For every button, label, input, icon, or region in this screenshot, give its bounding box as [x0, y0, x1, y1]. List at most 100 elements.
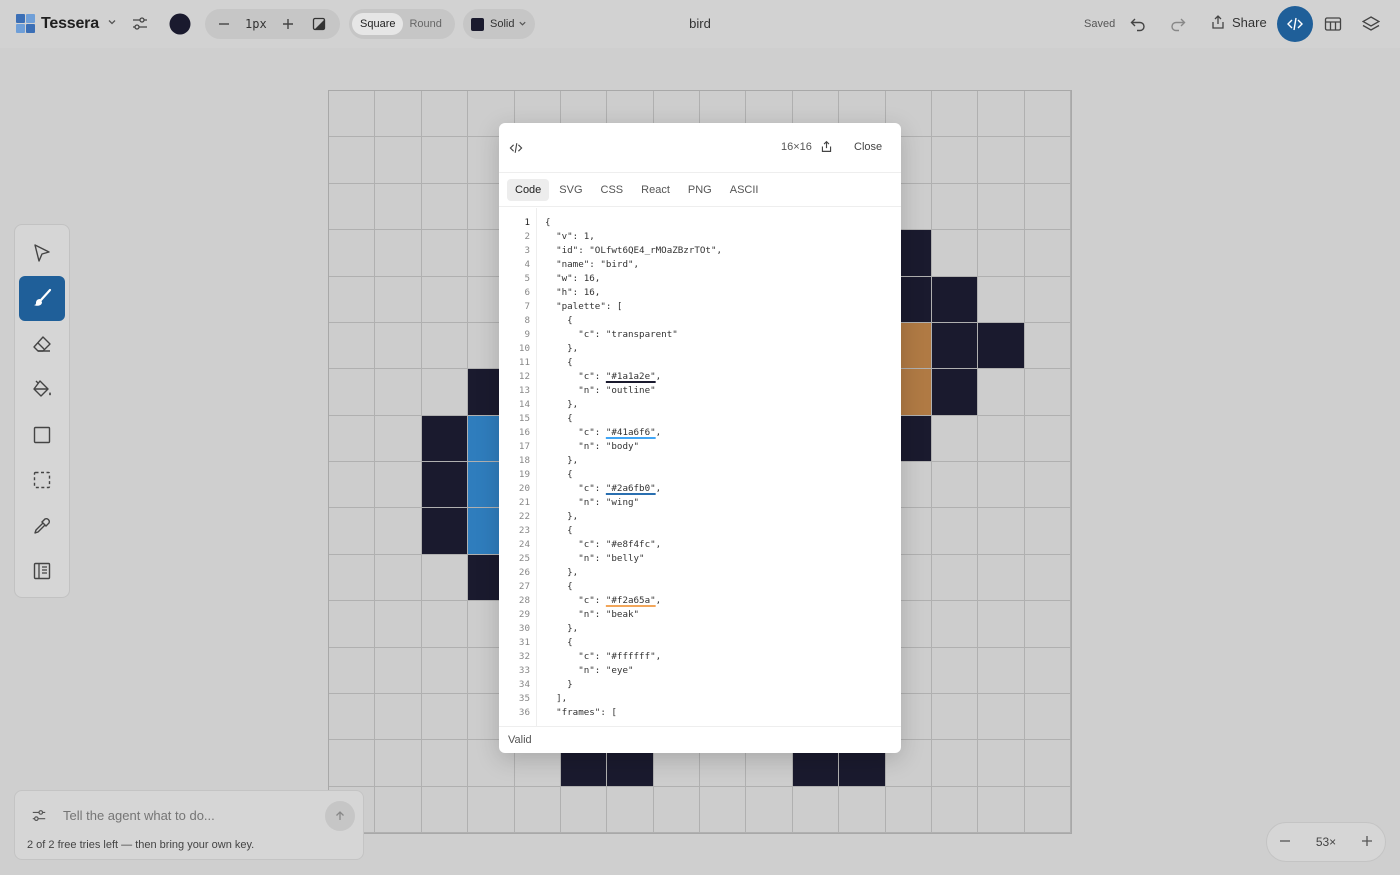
pixel-cell[interactable] — [329, 322, 376, 370]
color-value[interactable]: "#2a6fb0" — [606, 483, 656, 494]
pixel-cell[interactable] — [375, 740, 422, 787]
pixel-cell[interactable] — [421, 91, 469, 138]
pixel-cell[interactable] — [375, 415, 422, 462]
agent-input[interactable] — [63, 808, 313, 823]
agent-settings-icon[interactable] — [31, 808, 47, 829]
close-button[interactable]: Close — [854, 141, 882, 153]
color-value[interactable]: "#41a6f6" — [606, 427, 656, 438]
pixel-cell[interactable] — [1024, 91, 1071, 138]
layers-icon[interactable] — [1362, 15, 1380, 33]
pixel-cell[interactable] — [329, 276, 376, 323]
pixel-cell[interactable] — [329, 415, 376, 462]
pixel-cell[interactable] — [1024, 322, 1071, 370]
tab-css[interactable]: CSS — [593, 179, 632, 201]
pixel-cell[interactable] — [978, 554, 1025, 602]
pixel-cell[interactable] — [978, 91, 1025, 138]
pixel-cell[interactable] — [421, 462, 469, 509]
cap-round-button[interactable]: Round — [409, 18, 441, 30]
pixel-cell[interactable] — [1024, 508, 1071, 555]
pixel-cell[interactable] — [375, 183, 422, 231]
pixel-cell[interactable] — [421, 230, 469, 277]
pixel-cell[interactable] — [421, 137, 469, 184]
pixel-cell[interactable] — [1024, 230, 1071, 277]
pixel-cell[interactable] — [375, 322, 422, 370]
app-menu[interactable]: Tessera — [16, 14, 117, 33]
pixel-cell[interactable] — [1024, 183, 1071, 231]
pixel-cell[interactable] — [931, 693, 979, 741]
pixel-cell[interactable] — [375, 230, 422, 277]
pixel-cell[interactable] — [978, 230, 1025, 277]
pixel-cell[interactable] — [978, 415, 1025, 462]
pixel-cell[interactable] — [375, 369, 422, 416]
zoom-out-icon[interactable] — [1279, 835, 1291, 850]
pixel-cell[interactable] — [978, 786, 1025, 833]
pixel-cell[interactable] — [329, 554, 376, 602]
pixel-cell[interactable] — [1024, 369, 1071, 416]
share-button[interactable]: Share — [1210, 14, 1267, 30]
pixel-cell[interactable] — [978, 369, 1025, 416]
adjustments-icon[interactable] — [131, 15, 149, 33]
pixel-cell[interactable] — [329, 693, 376, 741]
select-tool[interactable] — [19, 230, 65, 276]
pixel-cell[interactable] — [375, 693, 422, 741]
pixel-cell[interactable] — [746, 786, 793, 833]
fill-tool[interactable] — [19, 367, 65, 413]
pixel-perfect-icon[interactable] — [312, 17, 326, 31]
pixel-cell[interactable] — [700, 786, 747, 833]
code-editor[interactable]: 1 2 3 4 5 6 7 8 9 10 11 12 13 14 15 16 17 18 19 20 21 22 23 24 2… — [499, 208, 901, 726]
pixel-cell[interactable] — [1024, 554, 1071, 602]
pixel-cell[interactable] — [1024, 647, 1071, 694]
pixel-cell[interactable] — [931, 91, 979, 138]
pixel-cell[interactable] — [375, 276, 422, 323]
pixel-cell[interactable] — [931, 230, 979, 277]
pixel-cell[interactable] — [931, 601, 979, 648]
pixel-cell[interactable] — [329, 137, 376, 184]
pixel-cell[interactable] — [421, 415, 469, 462]
pixel-cell[interactable] — [931, 369, 979, 416]
pixel-cell[interactable] — [978, 276, 1025, 323]
export-icon[interactable] — [820, 140, 833, 158]
color-swatch-button[interactable] — [169, 13, 191, 35]
pixel-cell[interactable] — [978, 601, 1025, 648]
pixel-cell[interactable] — [421, 786, 469, 833]
pixel-cell[interactable] — [329, 230, 376, 277]
pixel-cell[interactable] — [421, 740, 469, 787]
pixel-cell[interactable] — [375, 601, 422, 648]
pixel-cell[interactable] — [329, 369, 376, 416]
pixel-cell[interactable] — [931, 508, 979, 555]
color-value[interactable]: "#f2a65a" — [606, 595, 656, 606]
pixel-cell[interactable] — [421, 183, 469, 231]
undo-icon[interactable] — [1129, 15, 1147, 33]
pixel-cell[interactable] — [329, 508, 376, 555]
redo-icon[interactable] — [1169, 15, 1187, 33]
pixel-cell[interactable] — [375, 554, 422, 602]
pixel-cell[interactable] — [421, 322, 469, 370]
pixel-cell[interactable] — [1024, 601, 1071, 648]
pixel-cell[interactable] — [1024, 786, 1071, 833]
pixel-cell[interactable] — [421, 693, 469, 741]
pixel-cell[interactable] — [421, 647, 469, 694]
pixel-cell[interactable] — [978, 322, 1025, 370]
pixel-cell[interactable] — [329, 740, 376, 787]
pixel-cell[interactable] — [978, 740, 1025, 787]
pixel-cell[interactable] — [421, 554, 469, 602]
tab-svg[interactable]: SVG — [551, 179, 590, 201]
code-view-button[interactable] — [1277, 6, 1313, 42]
pixel-cell[interactable] — [375, 137, 422, 184]
pixel-cell[interactable] — [931, 554, 979, 602]
marquee-tool[interactable] — [19, 458, 65, 504]
pixel-cell[interactable] — [375, 91, 422, 138]
pixel-cell[interactable] — [792, 786, 840, 833]
pixel-cell[interactable] — [1024, 462, 1071, 509]
eyedropper-tool[interactable] — [19, 503, 65, 549]
pixel-cell[interactable] — [978, 137, 1025, 184]
pixel-cell[interactable] — [978, 508, 1025, 555]
minus-icon[interactable] — [217, 17, 231, 31]
pixel-cell[interactable] — [421, 601, 469, 648]
code-content[interactable]: { "v": 1, "id": "OLfwt6QE4_rMOaZBzrTOt",… — [537, 208, 722, 726]
pixel-cell[interactable] — [978, 462, 1025, 509]
pixel-cell[interactable] — [1024, 415, 1071, 462]
pixel-cell[interactable] — [329, 601, 376, 648]
pixel-cell[interactable] — [329, 647, 376, 694]
plus-icon[interactable] — [281, 17, 295, 31]
